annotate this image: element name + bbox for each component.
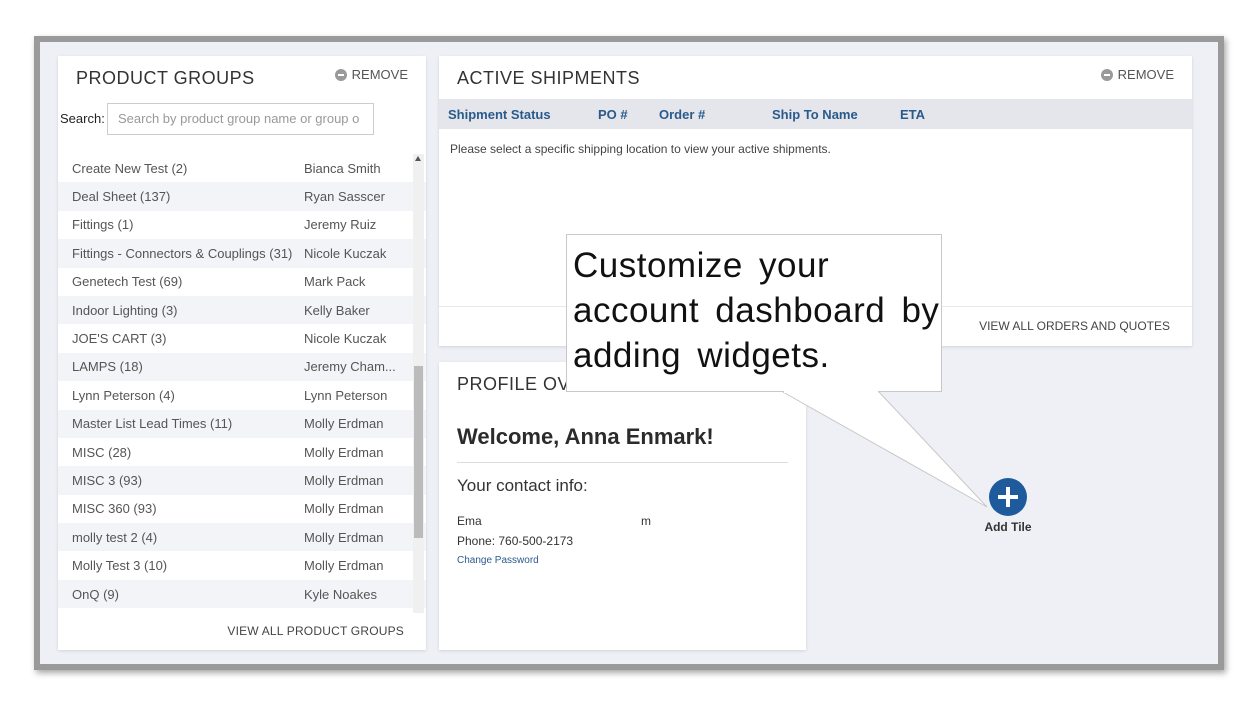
- product-group-owner: Nicole Kuczak: [304, 331, 387, 347]
- product-group-name[interactable]: Deal Sheet (137): [58, 189, 304, 204]
- product-group-owner: Mark Pack: [304, 274, 366, 290]
- shipments-table-header: Shipment Status PO # Order # Ship To Nam…: [439, 99, 1192, 129]
- add-tile-label: Add Tile: [984, 520, 1032, 534]
- product-group-owner: Molly Erdman: [304, 558, 384, 574]
- product-group-name[interactable]: Fittings (1): [58, 217, 304, 232]
- product-group-owner: Molly Erdman: [304, 501, 384, 517]
- phone-value: Phone: 760-500-2173: [457, 534, 574, 548]
- product-group-name[interactable]: Lynn Peterson (4): [58, 388, 304, 403]
- dashboard-canvas: PRODUCT GROUPS REMOVE Search: Search by …: [40, 42, 1218, 664]
- product-group-name[interactable]: Genetech Test (69): [58, 274, 304, 289]
- product-group-name[interactable]: MISC 3 (93): [58, 473, 304, 488]
- welcome-heading: Welcome, Anna Enmark!: [457, 424, 714, 449]
- email-value-tail: m: [641, 514, 651, 528]
- column-ship-to-name[interactable]: Ship To Name: [772, 107, 858, 122]
- product-group-name[interactable]: LAMPS (18): [58, 359, 304, 374]
- email-label: Ema: [457, 514, 482, 528]
- product-group-owner: Kyle Noakes: [304, 586, 377, 602]
- list-item[interactable]: OnQ (9) Kyle Noakes: [58, 579, 426, 609]
- list-item[interactable]: Genetech Test (69) Mark Pack: [58, 268, 426, 296]
- product-group-name[interactable]: Indoor Lighting (3): [58, 303, 304, 318]
- scroll-up-arrow-icon[interactable]: [415, 156, 421, 161]
- profile-overview-panel: PROFILE OVE Welcome, Anna Enmark! Your c…: [439, 362, 806, 650]
- divider: [457, 462, 788, 463]
- list-item[interactable]: Create New Test (2) Bianca Smith: [58, 154, 426, 182]
- search-label: Search:: [60, 111, 105, 126]
- product-group-owner: Bianca Smith: [304, 160, 381, 176]
- view-all-product-groups-link[interactable]: VIEW ALL PRODUCT GROUPS: [227, 624, 404, 638]
- product-group-name[interactable]: MISC (28): [58, 445, 304, 460]
- product-group-owner: Lynn Peterson: [304, 387, 388, 403]
- column-shipment-status[interactable]: Shipment Status: [448, 107, 551, 122]
- add-tile-button[interactable]: Add Tile: [980, 478, 1036, 534]
- product-group-owner: Molly Erdman: [304, 444, 384, 460]
- product-group-owner: Nicole Kuczak: [304, 245, 387, 261]
- product-group-search-input[interactable]: Search by product group name or group o: [107, 103, 374, 135]
- product-group-name[interactable]: Fittings - Connectors & Couplings (31): [58, 246, 304, 261]
- list-item[interactable]: Indoor Lighting (3) Kelly Baker: [58, 295, 426, 325]
- profile-overview-title: PROFILE OVE: [457, 374, 583, 394]
- product-group-owner: Molly Erdman: [304, 529, 384, 545]
- active-shipments-title: ACTIVE SHIPMENTS: [457, 68, 641, 88]
- product-group-name[interactable]: Molly Test 3 (10): [58, 558, 304, 573]
- callout-text: Customize your account dashboard by addi…: [573, 246, 940, 375]
- product-group-owner: Jeremy Ruiz: [304, 217, 377, 233]
- screenshot-frame: PRODUCT GROUPS REMOVE Search: Search by …: [34, 36, 1224, 670]
- product-group-owner: Kelly Baker: [304, 302, 370, 318]
- list-item[interactable]: Molly Test 3 (10) Molly Erdman: [58, 551, 426, 579]
- list-item[interactable]: MISC (28) Molly Erdman: [58, 438, 426, 466]
- list-item[interactable]: JOE'S CART (3) Nicole Kuczak: [58, 324, 426, 352]
- shipments-empty-message: Please select a specific shipping locati…: [450, 142, 831, 156]
- list-item[interactable]: LAMPS (18) Jeremy Cham...: [58, 352, 426, 382]
- list-item[interactable]: molly test 2 (4) Molly Erdman: [58, 523, 426, 552]
- remove-icon: [334, 68, 347, 81]
- callout-tooltip: Customize your account dashboard by addi…: [566, 234, 988, 508]
- product-group-owner: Ryan Sasscer: [304, 189, 385, 205]
- list-item[interactable]: Fittings - Connectors & Couplings (31) Ni…: [58, 239, 426, 268]
- contact-info-heading: Your contact info:: [457, 476, 588, 495]
- product-group-name[interactable]: molly test 2 (4): [58, 530, 304, 545]
- product-groups-remove-button[interactable]: REMOVE: [334, 67, 408, 82]
- product-group-list: Create New Test (2) Bianca Smith Deal Shee…: [58, 154, 426, 613]
- column-po[interactable]: PO #: [598, 107, 628, 122]
- column-order[interactable]: Order #: [659, 107, 705, 122]
- product-groups-panel: PRODUCT GROUPS REMOVE Search: Search by …: [58, 56, 426, 650]
- product-group-scrollbar[interactable]: [413, 154, 424, 613]
- remove-label: REMOVE: [351, 67, 408, 82]
- scrollbar-thumb[interactable]: [414, 366, 423, 538]
- product-group-name[interactable]: JOE'S CART (3): [58, 331, 304, 346]
- product-group-name[interactable]: MISC 360 (93): [58, 501, 304, 516]
- list-item[interactable]: Master List Lead Times (11) Molly Erdman: [58, 409, 426, 438]
- list-item[interactable]: MISC 360 (93) Molly Erdman: [58, 495, 426, 523]
- product-group-owner: Jeremy Cham...: [304, 359, 396, 375]
- list-item[interactable]: MISC 3 (93) Molly Erdman: [58, 466, 426, 495]
- product-group-name[interactable]: Create New Test (2): [58, 161, 304, 176]
- remove-icon: [1100, 68, 1113, 81]
- view-all-orders-link[interactable]: VIEW ALL ORDERS AND QUOTES: [979, 319, 1170, 333]
- remove-label: REMOVE: [1117, 67, 1174, 82]
- change-password-link[interactable]: Change Password: [457, 555, 539, 566]
- product-group-owner: Molly Erdman: [304, 416, 384, 432]
- column-eta[interactable]: ETA: [900, 107, 925, 122]
- active-shipments-remove-button[interactable]: REMOVE: [1100, 67, 1174, 82]
- list-item[interactable]: Fittings (1) Jeremy Ruiz: [58, 211, 426, 239]
- product-group-name[interactable]: OnQ (9): [58, 587, 304, 602]
- list-item[interactable]: Lynn Peterson (4) Lynn Peterson: [58, 381, 426, 409]
- product-groups-title: PRODUCT GROUPS: [76, 68, 255, 88]
- product-group-name[interactable]: Master List Lead Times (11): [58, 416, 304, 431]
- list-item[interactable]: Deal Sheet (137) Ryan Sasscer: [58, 182, 426, 211]
- plus-circle-icon[interactable]: [989, 478, 1027, 516]
- product-group-owner: Molly Erdman: [304, 472, 384, 488]
